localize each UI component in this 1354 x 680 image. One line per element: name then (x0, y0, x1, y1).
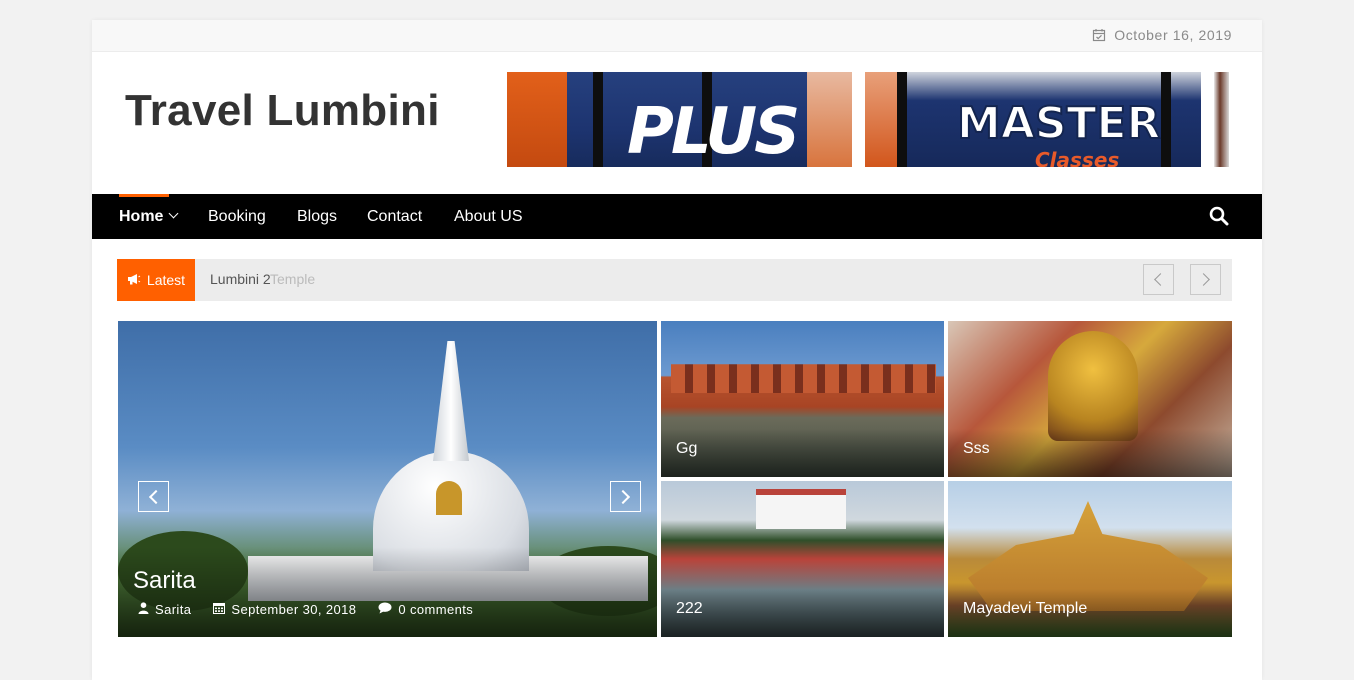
nav-item-about-us[interactable]: About US (454, 207, 522, 226)
post-tile-title[interactable]: Sss (963, 440, 990, 458)
search-icon[interactable] (1209, 206, 1229, 231)
tile-image (756, 489, 846, 529)
banner-ad-master-text: MASTER (956, 98, 1161, 149)
nav-item-booking[interactable]: Booking (208, 207, 266, 226)
chevron-left-icon (1154, 273, 1167, 286)
nav-item-home-label: Home (119, 208, 164, 225)
ticker-item-current[interactable]: Lumbini 2 (210, 271, 271, 287)
header-date: October 16, 2019 (1092, 27, 1232, 43)
main-nav: Home Booking Blogs Contact About US (92, 194, 1262, 239)
tile-image (1048, 331, 1138, 441)
chevron-left-icon (148, 489, 164, 505)
latest-news-ticker: Latest Temple Lumbini 2 (117, 259, 1232, 301)
top-bar: October 16, 2019 (92, 20, 1262, 52)
post-tile-title[interactable]: Mayadevi Temple (963, 600, 1087, 618)
slide-title[interactable]: Sarita (133, 567, 196, 595)
nav-item-home[interactable]: Home (119, 207, 179, 226)
site-title[interactable]: Travel Lumbini (125, 86, 440, 136)
megaphone-icon (127, 272, 141, 288)
slide-author[interactable]: Sarita (155, 602, 191, 617)
nav-item-blogs[interactable]: Blogs (297, 207, 337, 226)
comment-icon (378, 602, 392, 617)
chevron-right-icon (1197, 273, 1210, 286)
post-tile[interactable]: Mayadevi Temple (948, 481, 1232, 637)
ticker-next-button[interactable] (1190, 264, 1221, 295)
post-tile-title[interactable]: 222 (676, 600, 703, 618)
site-container: October 16, 2019 Travel Lumbini PLUS MAS… (92, 20, 1262, 680)
chevron-down-icon (169, 208, 179, 219)
ticker-label-text: Latest (146, 272, 186, 288)
ticker-item-next[interactable]: Temple (270, 271, 315, 287)
featured-slider[interactable]: Sarita Sarita September 30, 2018 0 comme… (118, 321, 657, 637)
post-tile[interactable]: Sss (948, 321, 1232, 477)
banner-ad-master-subtext: Classes (1035, 148, 1120, 167)
banner-ad-plus[interactable]: PLUS (507, 72, 852, 167)
tile-image (671, 364, 936, 393)
banner-ad-plus-text: PLUS (627, 95, 800, 167)
slide-date[interactable]: September 30, 2018 (231, 602, 356, 617)
banner-ad-partial[interactable] (1214, 72, 1229, 167)
header-date-text: October 16, 2019 (1114, 27, 1232, 43)
banner-ad-master[interactable]: MASTER Classes (865, 72, 1201, 167)
ticker-label: Latest (117, 259, 195, 301)
post-tile[interactable]: Gg (661, 321, 944, 477)
nav-active-indicator (119, 194, 169, 197)
slide-comments[interactable]: 0 comments (398, 602, 473, 617)
slider-next-button[interactable] (610, 481, 641, 512)
slide-meta: Sarita September 30, 2018 0 comments (138, 602, 473, 617)
calendar-check-icon (1092, 28, 1106, 42)
post-tile-title[interactable]: Gg (676, 440, 697, 458)
slider-prev-button[interactable] (138, 481, 169, 512)
calendar-icon (213, 602, 226, 617)
ticker-prev-button[interactable] (1143, 264, 1174, 295)
user-icon (138, 602, 149, 617)
post-tile[interactable]: 222 (661, 481, 944, 637)
chevron-right-icon (615, 489, 631, 505)
nav-item-contact[interactable]: Contact (367, 207, 422, 226)
